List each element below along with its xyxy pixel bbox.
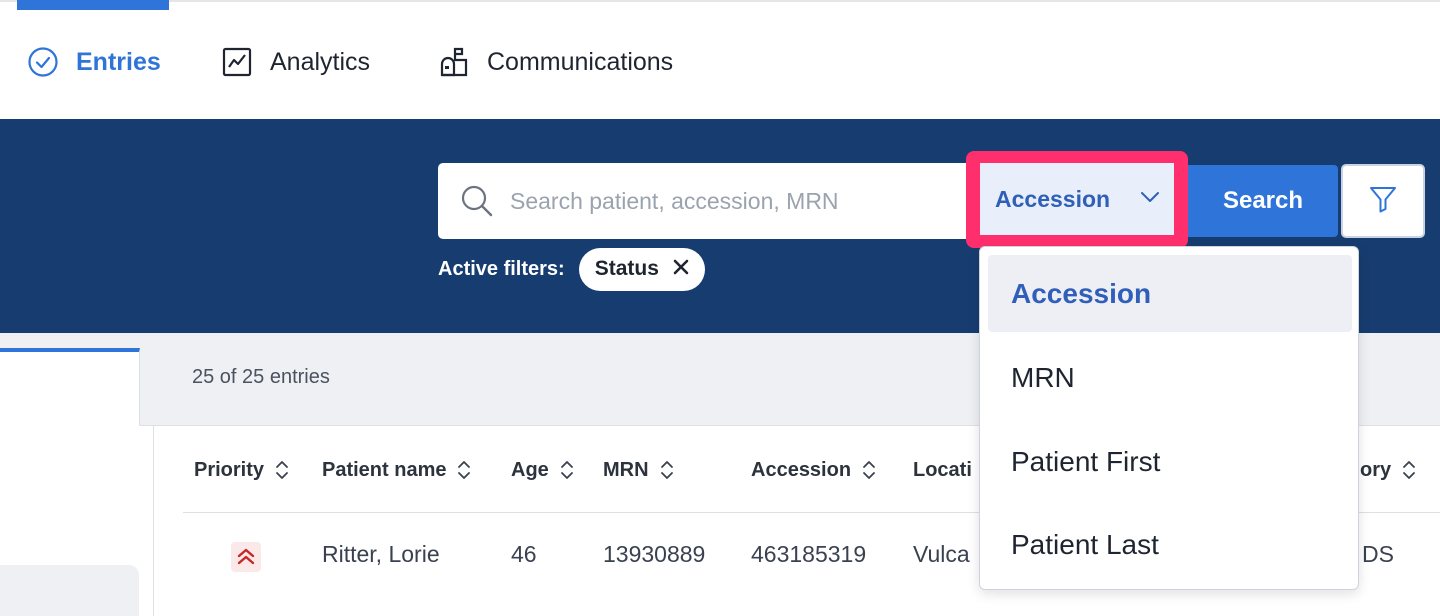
- sort-icon: [274, 458, 290, 482]
- search-icon: [460, 184, 494, 218]
- sort-icon: [659, 458, 675, 482]
- column-label: Accession: [751, 458, 852, 481]
- cell-patient-name[interactable]: Ritter, Lorie: [322, 541, 440, 568]
- active-filters: Active filters: Status: [438, 247, 705, 291]
- column-label: MRN: [603, 458, 649, 481]
- filter-button[interactable]: [1341, 164, 1425, 238]
- dropdown-option-patient-first[interactable]: Patient First: [988, 423, 1352, 500]
- sort-icon: [559, 458, 575, 482]
- active-tab-indicator: [17, 0, 169, 10]
- dropdown-option-patient-last[interactable]: Patient Last: [988, 506, 1352, 583]
- search-field-select[interactable]: Accession: [980, 163, 1174, 235]
- cell-age: 46: [511, 541, 537, 567]
- column-header-patient-name[interactable]: Patient name: [322, 455, 472, 485]
- double-chevron-up-icon: [231, 542, 261, 572]
- column-header-category[interactable]: ory: [1360, 455, 1417, 485]
- tab-entries[interactable]: Entries: [26, 40, 161, 84]
- column-label: ory: [1360, 458, 1392, 481]
- entries-count: 25 of 25 entries: [192, 366, 330, 388]
- dropdown-option-accession[interactable]: Accession: [988, 255, 1352, 332]
- mailbox-icon: [437, 45, 471, 79]
- column-header-age[interactable]: Age: [511, 455, 575, 485]
- sort-icon: [861, 458, 877, 482]
- dropdown-option-mrn[interactable]: MRN: [988, 339, 1352, 416]
- column-header-priority[interactable]: Priority: [194, 455, 290, 485]
- active-filters-label: Active filters:: [438, 257, 565, 280]
- chevron-down-icon: [1140, 190, 1160, 208]
- tab-analytics-label: Analytics: [270, 47, 371, 76]
- filter-icon: [1368, 184, 1398, 219]
- top-nav: Entries Analytics Communications: [0, 0, 1440, 119]
- check-circle-icon: [26, 45, 60, 79]
- search-input[interactable]: [510, 187, 950, 215]
- filter-chip-label: Status: [594, 257, 659, 280]
- search-button[interactable]: Search: [1188, 165, 1338, 237]
- cell-accession: 463185319: [751, 541, 867, 567]
- column-label: Age: [511, 458, 549, 481]
- search-box[interactable]: [438, 163, 978, 239]
- tab-entries-label: Entries: [76, 47, 161, 76]
- cell-category: DS: [1362, 541, 1394, 567]
- filter-chip-status[interactable]: Status: [578, 247, 705, 291]
- worklist-tab[interactable]: [0, 348, 140, 426]
- tab-communications[interactable]: Communications: [437, 40, 673, 84]
- search-field-dropdown: Accession MRN Patient First Patient Last: [979, 246, 1359, 590]
- sort-icon: [456, 458, 472, 482]
- tab-communications-label: Communications: [487, 47, 674, 76]
- column-header-mrn[interactable]: MRN: [603, 455, 675, 485]
- search-field-select-value: Accession: [995, 185, 1111, 212]
- chart-line-icon: [220, 45, 254, 79]
- column-label: Locati: [913, 458, 972, 481]
- cell-mrn: 13930889: [603, 541, 706, 567]
- column-label: Priority: [194, 458, 265, 481]
- column-header-location[interactable]: Locati: [913, 455, 972, 485]
- app-page: Entries Analytics Communications Accessi…: [0, 0, 1440, 616]
- sort-icon: [1401, 458, 1417, 482]
- cell-location: Vulca: [913, 541, 970, 567]
- column-header-accession[interactable]: Accession: [751, 455, 877, 485]
- tab-analytics[interactable]: Analytics: [220, 40, 370, 84]
- column-label: Patient name: [322, 458, 447, 481]
- left-panel-card[interactable]: [0, 565, 139, 616]
- close-icon[interactable]: [673, 257, 689, 281]
